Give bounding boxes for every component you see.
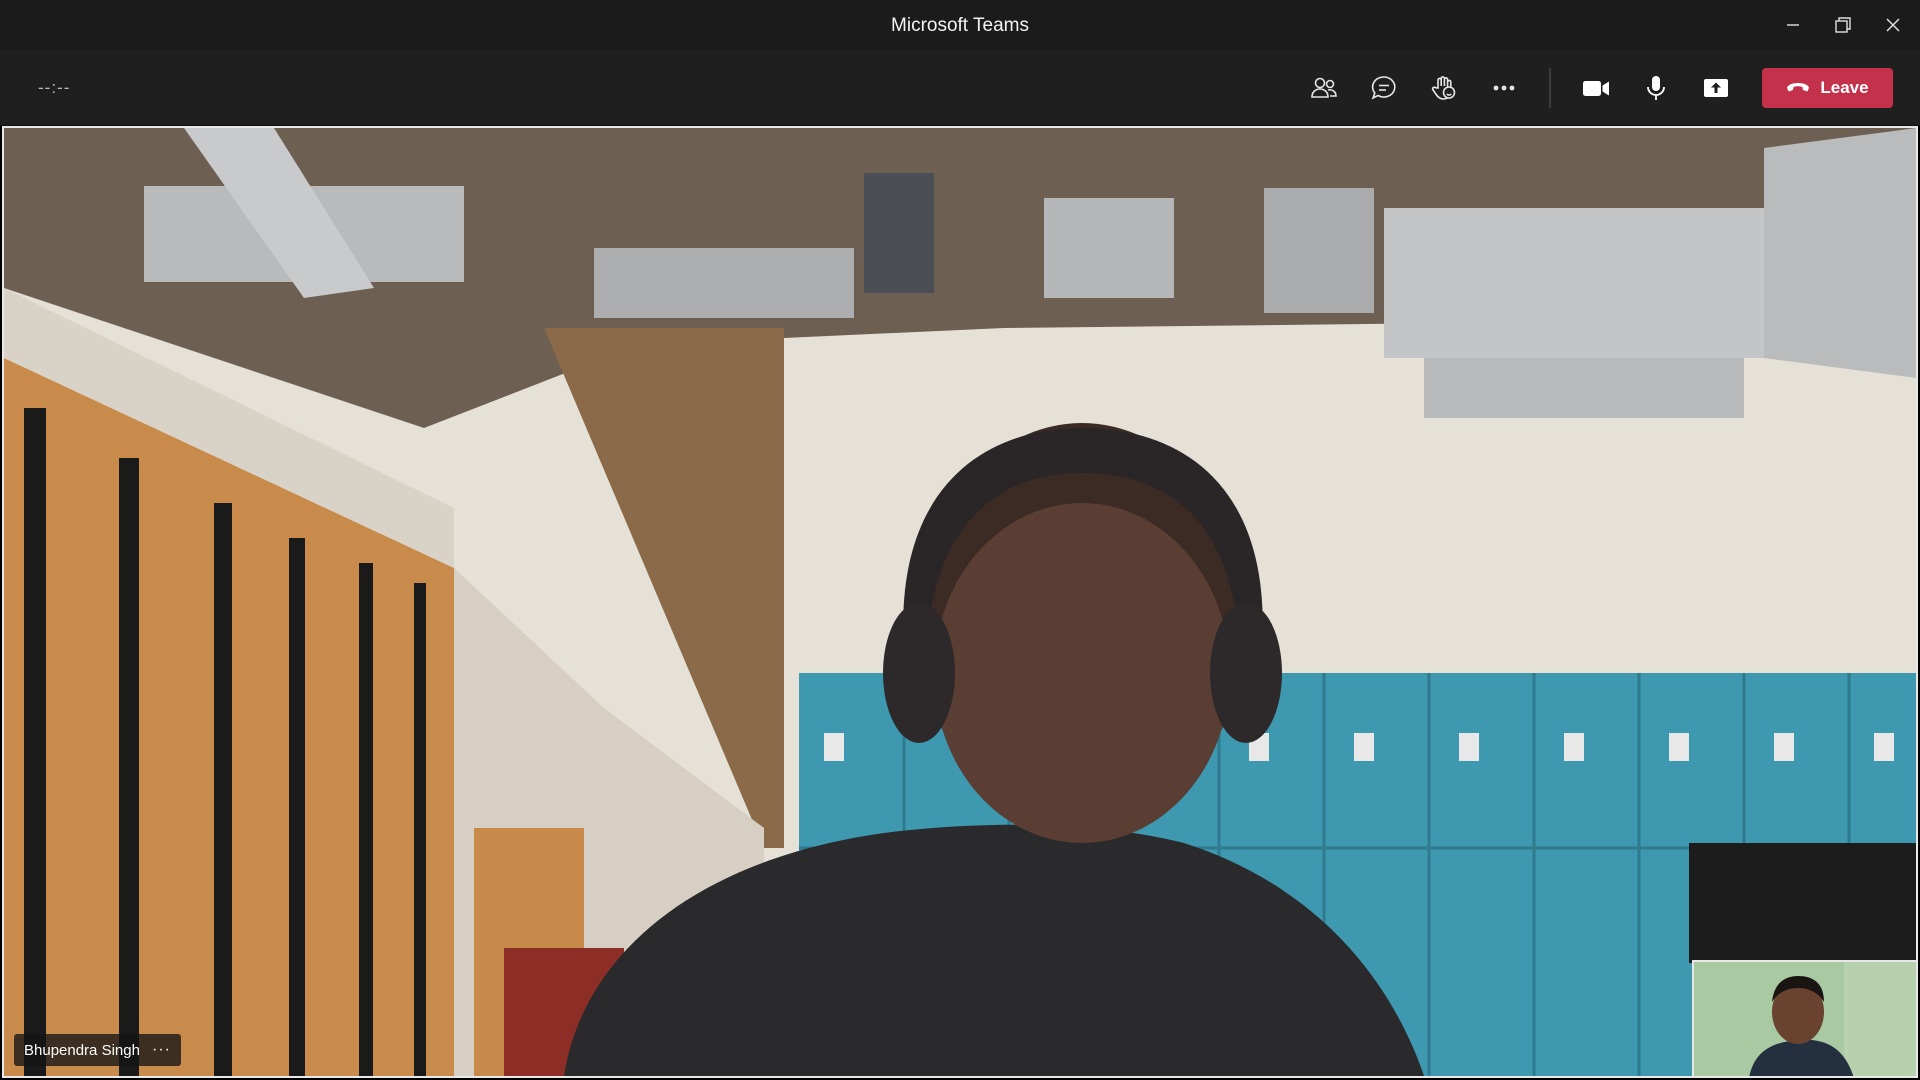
call-timer: --:-- bbox=[38, 78, 71, 97]
title-bar: Microsoft Teams bbox=[0, 0, 1920, 50]
more-options-icon bbox=[1493, 85, 1515, 91]
hang-up-icon bbox=[1787, 83, 1810, 92]
chat-icon bbox=[1371, 76, 1396, 100]
window-title: Microsoft Teams bbox=[891, 15, 1029, 36]
participant-name-tag: Bhupendra Singh ··· bbox=[14, 1034, 181, 1066]
restore-button[interactable] bbox=[1818, 0, 1868, 50]
video-stage: Bhupendra Singh ··· bbox=[2, 126, 1918, 1078]
share-screen-button[interactable] bbox=[1693, 65, 1739, 111]
raise-hand-icon bbox=[1431, 76, 1456, 100]
self-view-video[interactable] bbox=[1692, 960, 1916, 1076]
camera-icon bbox=[1583, 81, 1609, 96]
raise-hand-button[interactable] bbox=[1421, 65, 1467, 111]
participants-icon bbox=[1311, 77, 1337, 98]
leave-label: Leave bbox=[1820, 78, 1869, 97]
camera-button[interactable] bbox=[1573, 65, 1619, 111]
close-icon bbox=[1886, 18, 1900, 32]
microphone-button[interactable] bbox=[1633, 65, 1679, 111]
minimize-icon bbox=[1787, 24, 1799, 26]
participants-button[interactable] bbox=[1301, 65, 1347, 111]
close-button[interactable] bbox=[1868, 0, 1918, 50]
self-view-feed bbox=[1694, 962, 1916, 1076]
more-options-button[interactable] bbox=[1481, 65, 1527, 111]
participant-more-options[interactable]: ··· bbox=[152, 1041, 171, 1059]
leave-button[interactable]: Leave bbox=[1762, 68, 1893, 108]
restore-icon bbox=[1835, 17, 1851, 33]
toolbar-divider bbox=[1549, 68, 1551, 108]
share-screen-icon bbox=[1704, 79, 1728, 97]
meeting-toolbar: --:-- Leave bbox=[0, 50, 1920, 126]
chat-button[interactable] bbox=[1361, 65, 1407, 111]
minimize-button[interactable] bbox=[1768, 0, 1818, 50]
participant-video bbox=[4, 128, 1916, 1076]
microphone-icon bbox=[1647, 76, 1665, 100]
participant-name: Bhupendra Singh bbox=[24, 1041, 140, 1059]
